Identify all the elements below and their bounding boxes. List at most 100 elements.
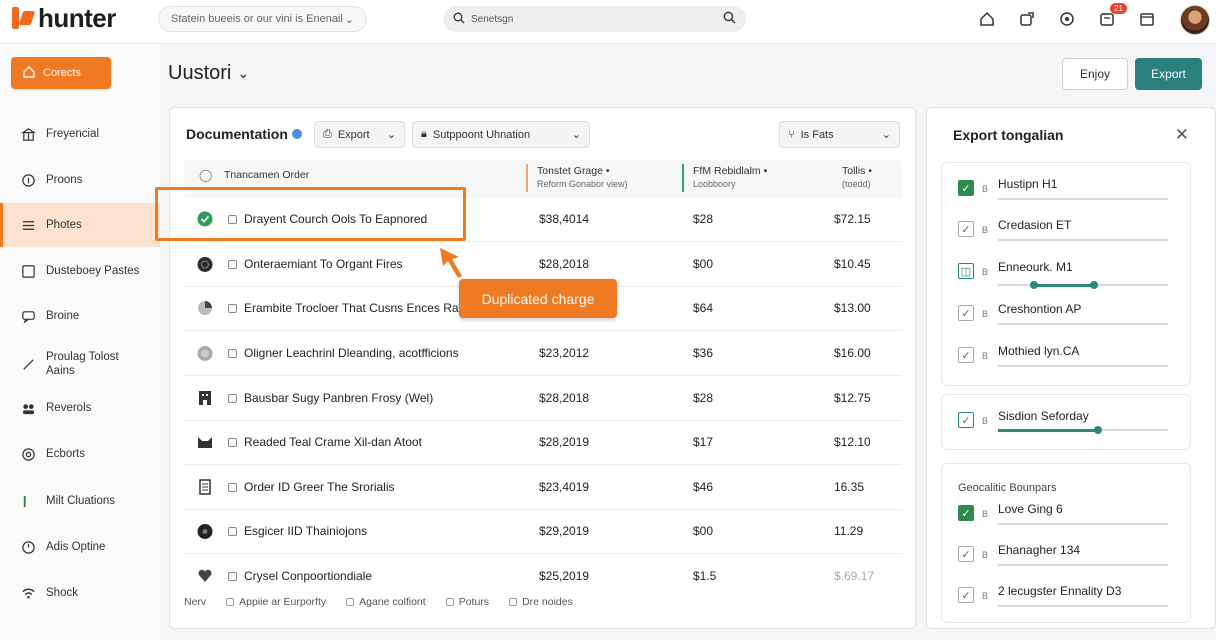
sync-icon[interactable] xyxy=(1056,8,1078,30)
export-option[interactable]: ✓ B Hustipn H1 xyxy=(958,177,1184,207)
row-checkbox[interactable] xyxy=(228,394,237,403)
row-amount-fee: $00 xyxy=(693,524,714,538)
row-amount-fee: $36 xyxy=(693,346,714,360)
footer-filter[interactable]: Agane colfiont xyxy=(346,596,426,608)
footer-filter-label: Appiie ar Eurporfty xyxy=(239,596,327,608)
export-option[interactable]: ✓ B 2 lecugster Ennality D3 xyxy=(958,584,1184,614)
export-option-label: Love Ging 6 xyxy=(998,502,1063,516)
table-row[interactable]: Readed Teal Crame Xil-dan Atoot $28,2019… xyxy=(184,420,902,465)
export-option[interactable]: ✓ B Ehanagher 134 xyxy=(958,543,1184,573)
export-button[interactable]: Export xyxy=(1135,58,1202,90)
chat-icon xyxy=(20,308,36,324)
row-name: Erambite Trocloer That Cusns Ences Rates xyxy=(244,301,475,315)
table-row[interactable]: Crysel Conpoortiondiale $25,2019 $1.5 $.… xyxy=(184,554,902,599)
sidebar-item-broine[interactable]: Broine xyxy=(0,294,160,338)
option-underline xyxy=(998,365,1168,367)
slider-knob-left[interactable] xyxy=(1030,281,1038,289)
user-avatar[interactable] xyxy=(1180,5,1210,35)
checkbox[interactable]: ✓ xyxy=(958,347,974,363)
sidebar-item-photes[interactable]: Photes xyxy=(0,203,160,247)
chevron-down-icon: ⌄ xyxy=(881,129,891,141)
split-square-icon[interactable]: ◫ xyxy=(958,263,974,279)
sidebar-item-adis-optine[interactable]: Adis Optine xyxy=(0,525,160,569)
share-icon[interactable] xyxy=(1016,8,1038,30)
sidebar-item-reverols[interactable]: Reverols xyxy=(0,386,160,430)
row-checkbox[interactable] xyxy=(228,349,237,358)
workspace-select[interactable]: Statein bueeis or our vini is Enenail ⌄ xyxy=(158,6,367,32)
checkbox[interactable]: ✓ xyxy=(958,546,974,562)
calendar-icon[interactable] xyxy=(1136,8,1158,30)
enjoy-button[interactable]: Enjoy xyxy=(1062,58,1128,90)
row-checkbox[interactable] xyxy=(228,527,237,536)
filter-checkbox[interactable] xyxy=(346,598,355,606)
disc-icon xyxy=(197,523,213,539)
checkbox[interactable]: ✓ xyxy=(958,221,974,237)
footer-filter[interactable]: Dre noides xyxy=(509,596,573,608)
notifications-icon[interactable]: 21 xyxy=(1096,3,1127,30)
sidebar-item-freyencial[interactable]: Freyencial xyxy=(0,112,160,156)
option-slider[interactable] xyxy=(998,426,1168,434)
hunter-logo[interactable]: hunter xyxy=(12,3,116,33)
option-slider[interactable] xyxy=(998,281,1168,289)
search-input[interactable]: Senetsgn xyxy=(443,6,746,32)
search-submit-icon[interactable] xyxy=(723,11,736,27)
column-header-sub: (toedd) xyxy=(842,179,871,189)
footer-filter[interactable]: Poturs xyxy=(445,596,489,608)
export-option[interactable]: ✓ B Sisdion Seforday xyxy=(958,409,1184,439)
row-checkbox[interactable] xyxy=(228,438,237,447)
row-amount-fee: $1.5 xyxy=(693,569,717,583)
corects-button[interactable]: Corects xyxy=(11,57,111,89)
slider-knob-right[interactable] xyxy=(1090,281,1098,289)
home-icon[interactable] xyxy=(976,8,998,30)
row-amount-fee: $28 xyxy=(693,212,714,226)
filter-checkbox[interactable] xyxy=(445,598,454,606)
chevron-down-icon: ⌄ xyxy=(386,129,396,141)
row-checkbox[interactable] xyxy=(228,572,237,581)
checkbox-checked[interactable]: ✓ xyxy=(958,505,974,521)
table-row[interactable]: Order ID Greer The Srorialis $23,4019 $4… xyxy=(184,465,902,510)
row-checkbox[interactable] xyxy=(228,483,237,492)
checkbox[interactable]: ✓ xyxy=(958,587,974,603)
row-checkbox[interactable] xyxy=(228,304,237,313)
option-marker: B xyxy=(982,309,989,319)
export-option[interactable]: ✓ B Mothied lyn.CA xyxy=(958,344,1184,374)
row-checkbox[interactable] xyxy=(228,260,237,269)
export-option-label: Enneourk. M1 xyxy=(998,260,1073,274)
sidebar-item-milt-cluations[interactable]: Milt Cluations xyxy=(0,479,160,523)
export-option[interactable]: ✓ B Love Ging 6 xyxy=(958,502,1184,532)
filter-checkbox[interactable] xyxy=(226,598,235,606)
table-row[interactable]: Esgicer IID Thainiojons $29,2019 $00 11.… xyxy=(184,509,902,554)
info-icon[interactable] xyxy=(291,129,302,139)
clock-icon xyxy=(20,539,36,555)
filter-dropdown[interactable]: ⑂ Is Fats ⌄ xyxy=(779,121,900,148)
filter-checkbox[interactable] xyxy=(509,598,518,606)
option-marker: B xyxy=(982,591,989,601)
export-option[interactable]: ✓ B Credasion ET xyxy=(958,218,1184,248)
sidebar-item-proons[interactable]: Proons xyxy=(0,158,160,202)
sidebar-item-proulag-tolost-aains[interactable]: Proulag Tolost Aains xyxy=(0,342,160,386)
column-header-label: Tonstet Grage • xyxy=(537,165,610,177)
checkbox-checked[interactable]: ✓ xyxy=(958,180,974,196)
sidebar-item-dusteboey-pastes[interactable]: Dusteboey Pastes xyxy=(0,249,160,293)
checkbox-checked[interactable]: ✓ xyxy=(958,412,974,428)
table-row[interactable]: Oligner Leachrinl Dleanding, acotfficion… xyxy=(184,331,902,376)
close-icon[interactable]: ✕ xyxy=(1175,125,1189,145)
page-title[interactable]: Uustori ⌄ xyxy=(168,62,249,85)
export-option[interactable]: ◫ B Enneourk. M1 xyxy=(958,260,1184,290)
sidebar-item-label: Photes xyxy=(46,219,82,231)
support-dropdown[interactable]: 🔒︎ Sutppoont Uhnation ⌄ xyxy=(412,121,590,148)
home-icon xyxy=(23,65,35,81)
footer-filter[interactable]: Appiie ar Eurporfty xyxy=(226,596,326,608)
row-amount-total: $13.00 xyxy=(834,301,871,315)
table-row[interactable]: Bausbar Sugy Panbren Frosy (Wel) $28,201… xyxy=(184,376,902,421)
sidebar-item-label: Dusteboey Pastes xyxy=(46,265,140,277)
column-divider xyxy=(526,164,528,192)
slider-knob[interactable] xyxy=(1094,426,1102,434)
sidebar-item-shock[interactable]: Shock xyxy=(0,571,160,615)
checkbox[interactable]: ✓ xyxy=(958,305,974,321)
export-dropdown[interactable]: ⎙ Export ⌄ xyxy=(314,121,405,148)
bank-icon xyxy=(20,126,36,142)
sidebar-item-label: Reverols xyxy=(46,402,92,414)
export-option[interactable]: ✓ B Creshontion AP xyxy=(958,302,1184,332)
sidebar-item-ecborts[interactable]: Ecborts xyxy=(0,432,160,476)
